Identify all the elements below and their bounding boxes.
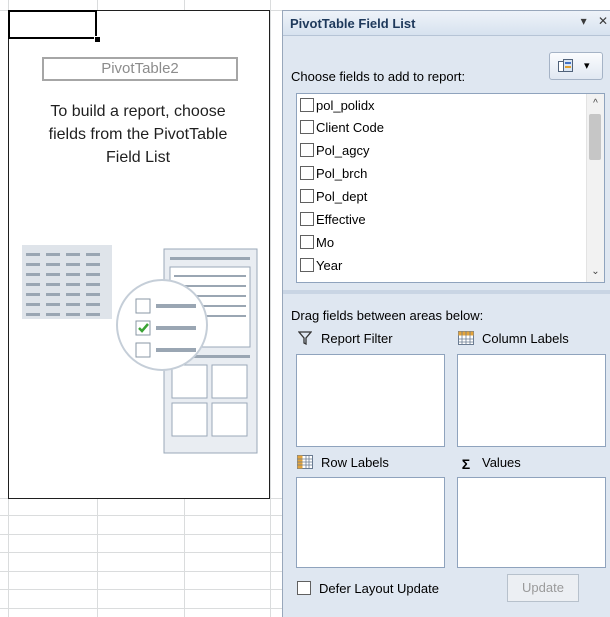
pivot-table-name: PivotTable2 [42,57,238,81]
report-filter-label: Report Filter [297,331,393,346]
field-checkbox[interactable] [300,212,314,226]
row-labels-drop-zone[interactable] [296,477,445,568]
layout-icon [558,59,573,72]
field-label: pol_polidx [316,98,375,113]
close-icon[interactable]: ✕ [598,14,608,28]
fill-handle[interactable] [94,36,101,43]
field-item[interactable]: Pol_agcy [300,141,369,163]
pane-menu-icon[interactable]: ▾ [581,14,587,28]
field-label: Year [316,258,343,273]
values-text: Values [482,455,521,470]
checklist-magnifier-icon [116,279,208,371]
pivot-illustration [22,245,258,454]
table-icon [22,245,112,319]
field-item[interactable]: Mo [300,233,334,255]
active-cell[interactable] [8,10,97,39]
values-drop-zone[interactable] [457,477,606,568]
defer-layout-update[interactable]: Defer Layout Update [297,581,439,596]
field-checkbox[interactable] [300,258,314,272]
field-item[interactable]: Pol_dept [300,187,367,209]
grid-line [0,608,282,609]
field-label: Pol_dept [316,189,368,204]
row-labels-icon [297,455,313,469]
field-label: Pol_brch [316,166,368,181]
pane-splitter[interactable] [283,290,610,294]
field-checkbox[interactable] [300,98,314,112]
update-button[interactable]: Update [507,574,579,602]
defer-label: Defer Layout Update [319,581,439,596]
grid-line [0,534,282,535]
field-label: Effective [316,212,366,227]
defer-checkbox[interactable] [297,581,311,595]
report-filter-drop-zone[interactable] [296,354,445,447]
grid-line [0,552,282,553]
row-labels-label: Row Labels [297,455,389,470]
pivot-table-hint: To build a report, choose fields from th… [48,103,228,166]
pivot-field-list-pane: PivotTable Field List ▾ ✕ Choose fields … [282,10,610,617]
field-item[interactable]: Client Code [300,118,384,140]
scroll-down-icon[interactable]: ⌄ [587,264,604,280]
column-labels-label: Column Labels [458,331,569,346]
field-checkbox[interactable] [300,120,314,134]
field-checkbox[interactable] [300,235,314,249]
field-item[interactable]: Year [300,256,342,278]
field-layout-button[interactable]: ▾ [549,52,603,80]
drag-fields-label: Drag fields between areas below: [291,308,484,323]
field-item[interactable]: Effective [300,210,366,232]
column-labels-icon [458,331,474,345]
field-label: Mo [316,235,335,250]
field-list: pol_polidx Client Code Pol_agcy Pol_brch… [296,93,605,283]
choose-fields-label: Choose fields to add to report: [291,69,466,84]
field-checkbox[interactable] [300,189,314,203]
grid-line [0,515,282,516]
grid-line [270,0,271,617]
row-labels-text: Row Labels [321,455,389,470]
field-item[interactable]: Pol_brch [300,164,367,186]
values-label: Σ Values [458,455,521,471]
sigma-icon: Σ [461,456,471,472]
pane-title: PivotTable Field List [290,16,416,31]
grid-line [0,571,282,572]
column-labels-drop-zone[interactable] [457,354,606,447]
field-label: Client Code [316,120,384,135]
chevron-down-icon: ▾ [584,60,590,72]
pane-header[interactable]: PivotTable Field List ▾ ✕ [283,11,610,36]
column-labels-text: Column Labels [482,331,569,346]
scroll-thumb[interactable] [589,114,601,160]
grid-line [0,589,282,590]
field-checkbox[interactable] [300,166,314,180]
scroll-up-icon[interactable]: ^ [587,96,604,112]
report-filter-text: Report Filter [321,331,393,346]
filter-icon [297,331,313,346]
field-list-scrollbar[interactable]: ^ ⌄ [586,94,604,282]
field-item[interactable]: pol_polidx [300,96,375,118]
field-checkbox[interactable] [300,143,314,157]
field-label: Pol_agcy [316,143,370,158]
